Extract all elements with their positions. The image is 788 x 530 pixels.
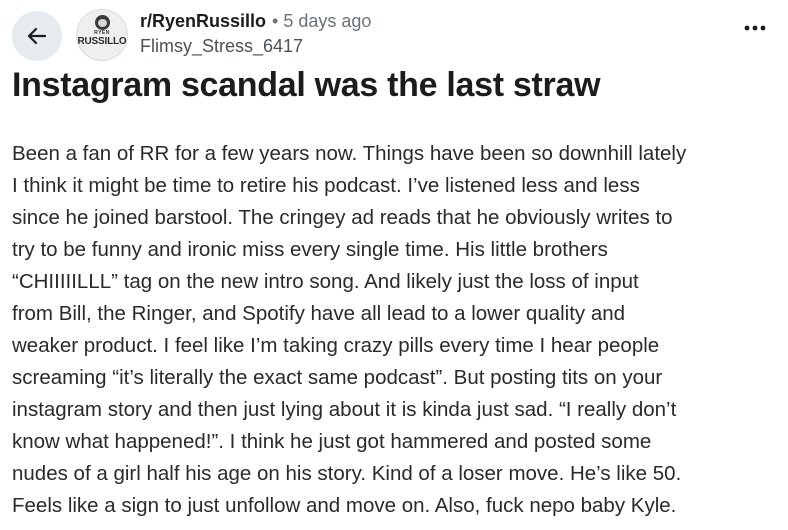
post-body-line: from Bill, the Ringer, and Spotify have … xyxy=(12,302,626,325)
more-options-button[interactable] xyxy=(740,13,770,43)
post-body-line: Been a fan of RR for a few years now. Th… xyxy=(12,142,687,165)
avatar-portrait xyxy=(95,15,110,30)
post-title[interactable]: Instagram scandal was the last straw xyxy=(12,66,601,105)
post-page: RYEN RUSSILLO r/RyenRussillo • 5 days ag… xyxy=(0,0,788,530)
author-link[interactable]: Flimsy_Stress_6417 xyxy=(140,36,303,57)
post-body-line: I think it might be time to retire his p… xyxy=(12,174,640,197)
post-body-line: try to be funny and ironic miss every si… xyxy=(12,238,608,261)
back-button[interactable] xyxy=(12,11,62,61)
post-header: RYEN RUSSILLO r/RyenRussillo • 5 days ag… xyxy=(12,9,778,61)
post-time: 5 days ago xyxy=(283,10,372,31)
post-body: Been a fan of RR for a few years now. Th… xyxy=(12,138,782,522)
subreddit-link[interactable]: r/RyenRussillo xyxy=(140,11,266,32)
post-body-line: nudes of a girl half his age on his stor… xyxy=(12,462,682,485)
post-meta: r/RyenRussillo • 5 days ago xyxy=(140,9,371,33)
post-body-line: weaker product. I feel like I’m taking c… xyxy=(12,334,660,357)
avatar-text: RUSSILLO xyxy=(77,36,127,47)
post-body-line: “CHIIIIILLL” tag on the new intro song. … xyxy=(12,270,639,293)
post-body-line: since he joined barstool. The cringey ad… xyxy=(12,206,673,229)
post-body-line: Feels like a sign to just unfollow and m… xyxy=(12,494,677,517)
post-body-line: know what happened!”. I think he just go… xyxy=(12,430,652,453)
post-body-line: instagram story and then just lying abou… xyxy=(12,398,677,421)
post-body-line: screaming “it’s literally the exact same… xyxy=(12,366,663,389)
subreddit-avatar[interactable]: RYEN RUSSILLO xyxy=(76,9,128,61)
more-horizontal-icon xyxy=(744,25,766,31)
arrow-left-icon xyxy=(27,27,47,45)
meta-separator: • xyxy=(272,10,279,31)
